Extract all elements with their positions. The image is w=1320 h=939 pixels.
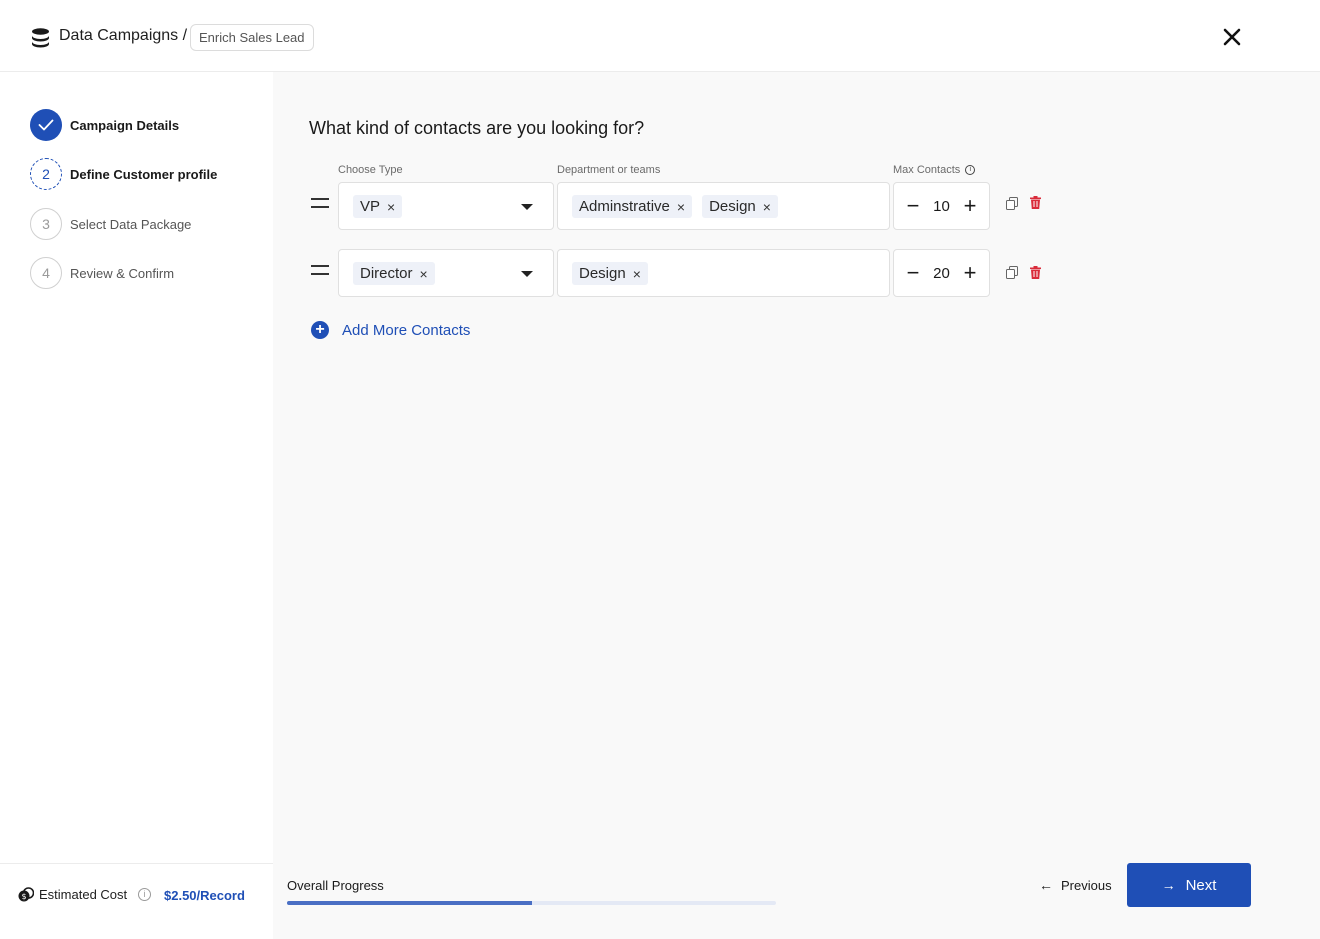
chip-label: Design [579,265,626,282]
add-more-label: Add More Contacts [342,321,471,339]
info-icon[interactable]: i [138,888,151,901]
header: Data Campaigns / Enrich Sales Lead [0,0,1320,72]
page-title: Data Campaigns / [59,27,188,44]
remove-chip-icon[interactable]: × [633,266,641,282]
department-select[interactable]: Design × [557,249,890,297]
chip-label: Design [709,198,756,215]
step-campaign-details[interactable]: Campaign Details [30,109,179,141]
plus-circle-icon: + [311,321,329,339]
chip-label: VP [360,198,381,215]
progress-bar [287,901,776,905]
max-contacts-value[interactable]: 10 [933,198,950,215]
chip-label: Adminstrative [579,198,670,215]
step-number: 4 [30,257,62,289]
chip-label: Director [360,265,413,282]
arrow-left-icon: ← [1039,877,1053,893]
step-number: 2 [30,158,62,190]
progress-fill [287,901,532,905]
department-label: Department or teams [557,164,660,176]
trash-icon[interactable] [1030,196,1041,209]
max-contacts-label: Max Contacts i [893,164,976,176]
close-icon[interactable] [1220,25,1244,49]
previous-label: Previous [1061,877,1112,893]
department-chip: Adminstrative × [572,195,693,218]
estimated-cost-value: $2.50/Record [164,888,245,903]
svg-text:$: $ [21,892,26,901]
column-label: Choose Type [338,164,403,176]
contact-row: VP × Adminstrative × Design × − 10 + [273,182,1320,230]
remove-chip-icon[interactable]: × [387,199,395,215]
max-contacts-stepper: − 20 + [893,249,990,297]
info-icon[interactable]: i [965,165,976,175]
breadcrumb[interactable]: Enrich Sales Lead [190,24,314,51]
column-label: Max Contacts [893,164,961,176]
increment-button[interactable]: + [962,262,978,284]
trash-icon[interactable] [1030,266,1041,279]
step-define-customer-profile[interactable]: 2 Define Customer profile [30,158,217,190]
increment-button[interactable]: + [962,195,978,217]
section-question: What kind of contacts are you looking fo… [309,118,645,138]
next-button[interactable]: → Next [1127,863,1251,907]
drag-handle-icon[interactable] [311,198,329,212]
department-chip: Design × [702,195,778,218]
department-chip: Design × [572,262,648,285]
remove-chip-icon[interactable]: × [763,199,771,215]
decrement-button[interactable]: − [905,262,921,284]
sidebar: Campaign Details 2 Define Customer profi… [0,72,273,939]
step-label: Select Data Package [70,216,192,232]
previous-button[interactable]: ← Previous [1039,877,1112,893]
step-label: Campaign Details [70,117,180,133]
arrow-right-icon: → [1161,877,1176,893]
max-contacts-value[interactable]: 20 [933,265,950,282]
max-contacts-stepper: − 10 + [893,182,990,230]
caret-down-icon[interactable] [521,204,533,210]
column-label: Department or teams [557,164,661,176]
next-label: Next [1185,876,1217,894]
remove-chip-icon[interactable]: × [677,199,685,215]
choose-type-label: Choose Type [338,164,403,176]
step-label: Review & Confirm [70,265,175,281]
drag-handle-icon[interactable] [311,265,329,279]
type-chip: Director × [353,262,435,285]
estimated-cost-bar: $ Estimated Cost i $2.50/Record [0,863,273,939]
estimated-cost-label: Estimated Cost [39,887,128,902]
type-select[interactable]: VP × [338,182,554,230]
caret-down-icon[interactable] [521,271,533,277]
copy-icon[interactable] [1006,266,1018,279]
step-select-data-package[interactable]: 3 Select Data Package [30,208,191,240]
department-select[interactable]: Adminstrative × Design × [557,182,890,230]
step-number: 3 [30,208,62,240]
remove-chip-icon[interactable]: × [420,266,428,282]
step-review-confirm[interactable]: 4 Review & Confirm [30,257,174,289]
copy-icon[interactable] [1006,197,1018,210]
progress-label: Overall Progress [287,878,384,893]
contact-row: Director × Design × − 20 + [273,249,1320,297]
add-more-contacts-button[interactable]: + Add More Contacts [311,321,470,339]
type-chip: VP × [353,195,403,218]
main-panel: What kind of contacts are you looking fo… [273,72,1320,939]
decrement-button[interactable]: − [905,195,921,217]
type-select[interactable]: Director × [338,249,554,297]
check-icon [30,109,62,141]
step-label: Define Customer profile [70,166,218,182]
database-icon [32,28,49,48]
coins-icon: $ [18,887,34,902]
